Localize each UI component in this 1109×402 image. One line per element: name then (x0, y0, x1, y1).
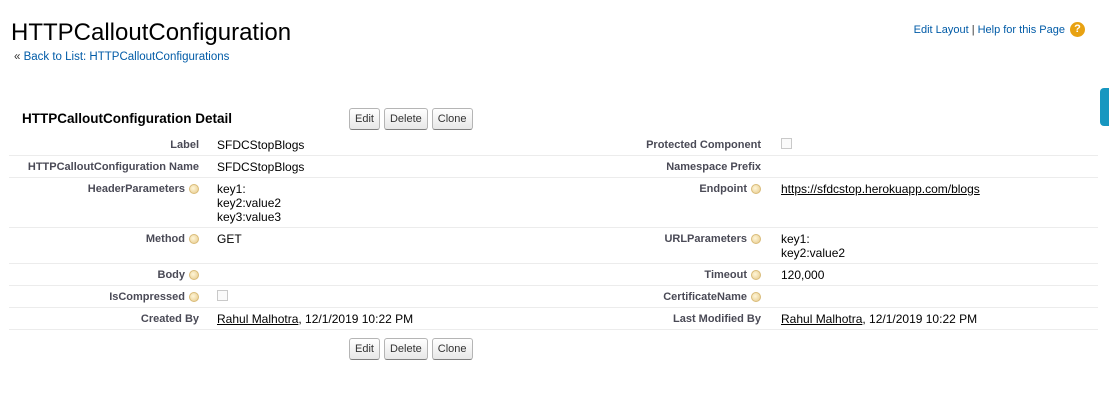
help-icon[interactable]: ? (1070, 22, 1085, 37)
protected-component-value (765, 134, 1098, 156)
delete-button[interactable]: Delete (383, 108, 428, 130)
page-title: HTTPCalloutConfiguration (11, 19, 292, 46)
edit-button[interactable]: Edit (349, 108, 380, 130)
is-compressed-value (203, 285, 559, 308)
help-for-page-link[interactable]: Help for this Page (978, 24, 1065, 36)
clone-button[interactable]: Clone (431, 108, 473, 130)
created-by-value: Rahul Malhotra, 12/1/2019 10:22 PM (203, 307, 559, 330)
method-value: GET (203, 227, 559, 264)
body-label: Body (9, 263, 203, 286)
detail-row: HeaderParameters key1: key2:value2 key3:… (9, 177, 1098, 228)
label-field-label: Label (9, 134, 203, 156)
method-info-icon[interactable] (189, 234, 199, 244)
last-modified-by-label: Last Modified By (559, 307, 765, 330)
section-title: HTTPCalloutConfiguration Detail (22, 111, 232, 126)
protected-component-checkbox (781, 138, 792, 149)
label-field-value: SFDCStopBlogs (203, 134, 559, 156)
url-parameters-value: key1: key2:value2 (765, 227, 1098, 264)
created-by-label: Created By (9, 307, 203, 330)
certificate-name-info-icon[interactable] (751, 292, 761, 302)
header-parameters-info-icon[interactable] (189, 184, 199, 194)
last-modified-by-user-link[interactable]: Rahul Malhotra (781, 312, 862, 326)
timeout-label: Timeout (559, 263, 765, 286)
last-modified-by-value: Rahul Malhotra, 12/1/2019 10:22 PM (765, 307, 1098, 330)
back-arrow: « (14, 51, 24, 63)
top-links-separator: | (971, 23, 975, 36)
method-label: Method (9, 227, 203, 264)
detail-row: IsCompressed CertificateName (9, 285, 1098, 308)
url-parameters-info-icon[interactable] (751, 234, 761, 244)
endpoint-label: Endpoint (559, 177, 765, 228)
body-value (203, 263, 559, 286)
namespace-prefix-value (765, 155, 1098, 178)
endpoint-info-icon[interactable] (751, 184, 761, 194)
detail-row: Method GET URLParameters key1: key2:valu… (9, 227, 1098, 264)
detail-row: HTTPCalloutConfiguration Name SFDCStopBl… (9, 155, 1098, 178)
timeout-value: 120,000 (765, 263, 1098, 286)
edit-layout-link[interactable]: Edit Layout (914, 24, 969, 36)
protected-component-label: Protected Component (559, 134, 765, 156)
name-field-label: HTTPCalloutConfiguration Name (9, 155, 203, 178)
is-compressed-checkbox (217, 290, 228, 301)
last-modified-by-date: , 12/1/2019 10:22 PM (862, 312, 978, 326)
header-parameters-value: key1: key2:value2 key3:value3 (203, 177, 559, 228)
header-parameters-label: HeaderParameters (9, 177, 203, 228)
certificate-name-value (765, 285, 1098, 308)
clone-button[interactable]: Clone (431, 338, 473, 360)
url-parameters-label: URLParameters (559, 227, 765, 264)
top-links: Edit Layout | Help for this Page ? (914, 22, 1085, 37)
delete-button[interactable]: Delete (383, 338, 428, 360)
bottom-button-row: Edit Delete Clone (349, 338, 473, 360)
top-button-row: Edit Delete Clone (349, 108, 473, 130)
created-by-user-link[interactable]: Rahul Malhotra (217, 312, 298, 326)
back-to-list-label: Back to List: HTTPCalloutConfigurations (23, 51, 230, 63)
detail-table: Label SFDCStopBlogs Protected Component … (9, 134, 1098, 330)
certificate-name-label: CertificateName (559, 285, 765, 308)
sidebar-toggle-tab[interactable] (1100, 88, 1109, 126)
created-by-date: , 12/1/2019 10:22 PM (298, 312, 414, 326)
endpoint-link[interactable]: https://sfdcstop.herokuapp.com/blogs (781, 182, 980, 196)
timeout-info-icon[interactable] (751, 270, 761, 280)
namespace-prefix-label: Namespace Prefix (559, 155, 765, 178)
body-info-icon[interactable] (189, 270, 199, 280)
edit-button[interactable]: Edit (349, 338, 380, 360)
detail-row: Body Timeout 120,000 (9, 263, 1098, 286)
detail-row: Created By Rahul Malhotra, 12/1/2019 10:… (9, 307, 1098, 330)
is-compressed-info-icon[interactable] (189, 292, 199, 302)
detail-row: Label SFDCStopBlogs Protected Component (9, 134, 1098, 156)
endpoint-value: https://sfdcstop.herokuapp.com/blogs (765, 177, 1098, 228)
is-compressed-label: IsCompressed (9, 285, 203, 308)
name-field-value: SFDCStopBlogs (203, 155, 559, 178)
back-to-list-link[interactable]: « Back to List: HTTPCalloutConfiguration… (14, 51, 229, 63)
